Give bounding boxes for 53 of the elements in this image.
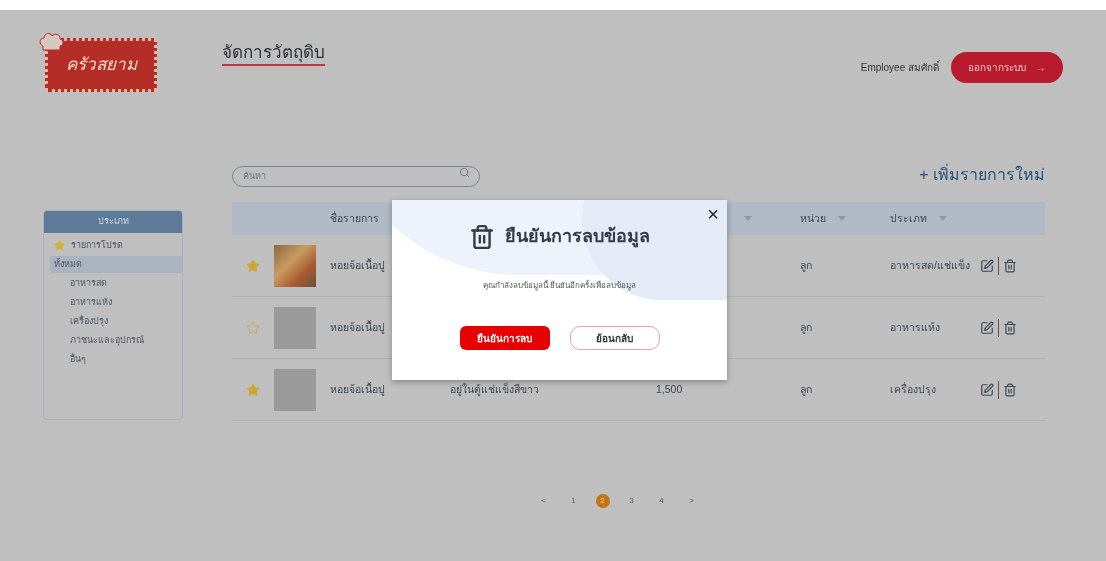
table-cell-text: หอยจ้อเนื้อปู [330, 319, 386, 336]
next-page-button[interactable]: > [683, 493, 700, 509]
edit-icon[interactable] [980, 320, 994, 335]
dropdown-caret-icon[interactable] [838, 216, 846, 221]
page-number[interactable]: 2 [595, 494, 610, 508]
sidebar-item[interactable]: อื่นๆ [50, 351, 182, 368]
delete-icon[interactable] [1003, 320, 1017, 335]
dialog-message: คุณกำลังลบข้อมูลนี้ ยืนยันอีกครั้งเพื่อลบข้อมูล [482, 280, 637, 292]
table-cell-text: ลูก [800, 319, 813, 336]
dropdown-caret-icon[interactable] [744, 216, 752, 221]
panel-title: ประเภท [97, 215, 129, 229]
page-title: จัดการวัตถุดิบ [222, 42, 325, 66]
table-cell-text: เครื่องปรุง [890, 381, 937, 398]
sidebar-item[interactable]: ภาชนะและอุปกรณ์ [50, 332, 182, 349]
column-header[interactable]: หน่วย [800, 210, 826, 227]
delete-icon[interactable] [1003, 382, 1017, 397]
search-icon[interactable] [459, 167, 470, 178]
table-cell-text: ลูก [800, 257, 813, 274]
search-field[interactable]: ค้นหา [232, 165, 480, 187]
logout-button[interactable]: ออกจากระบบ → [951, 52, 1063, 83]
table-cell-text: หอยจ้อเนื้อปู [330, 257, 386, 274]
edit-icon[interactable] [980, 382, 994, 397]
page-number[interactable]: 1 [565, 493, 582, 509]
confirm-delete-button[interactable]: ยืนยันการลบ [459, 326, 550, 350]
previous-page-button[interactable]: < [535, 493, 552, 509]
close-button[interactable]: × [707, 204, 719, 224]
star-icon[interactable] [246, 258, 260, 273]
page-number[interactable]: 4 [653, 493, 670, 509]
table-cell: อยู่ในตู้แช่แข็งสีขาว [450, 382, 539, 395]
table-cell-text: หอยจ้อเนื้อปู [330, 381, 386, 398]
page-number[interactable]: 3 [623, 493, 640, 509]
sidebar-item[interactable]: เครื่องปรุง [50, 313, 182, 330]
user-name: Employee สมศักดิ์ [860, 60, 939, 75]
star-icon[interactable] [246, 382, 260, 397]
back-button[interactable]: ย้อนกลับ [569, 326, 660, 350]
column-header: ชื่อรายการ [330, 210, 379, 226]
sidebar-item[interactable]: อาหารแห้ง [50, 294, 182, 311]
add-new-link[interactable]: + เพิ่มรายการใหม่ [919, 163, 1045, 187]
dropdown-caret-icon[interactable] [939, 216, 947, 221]
table-cell-text: อาหารแห้ง [890, 319, 941, 335]
sidebar-item[interactable]: รายการโปรด [50, 237, 182, 254]
delete-icon[interactable] [1003, 258, 1017, 273]
star-icon[interactable] [246, 320, 260, 335]
dialog-title: ยืนยันการลบข้อมูล [505, 225, 650, 250]
table-cell: 1,500 [656, 382, 683, 395]
table-cell-text: อาหารสด/แช่แข็ง [890, 257, 971, 273]
column-header[interactable]: ประเภท [890, 210, 927, 227]
star-icon [54, 240, 65, 251]
edit-icon[interactable] [980, 258, 994, 273]
sidebar-item[interactable]: อาหารสด [50, 275, 182, 292]
sidebar-item[interactable]: ทั้งหมด [50, 256, 182, 273]
table-cell-text: ลูก [800, 381, 813, 398]
trash-icon [469, 223, 495, 250]
